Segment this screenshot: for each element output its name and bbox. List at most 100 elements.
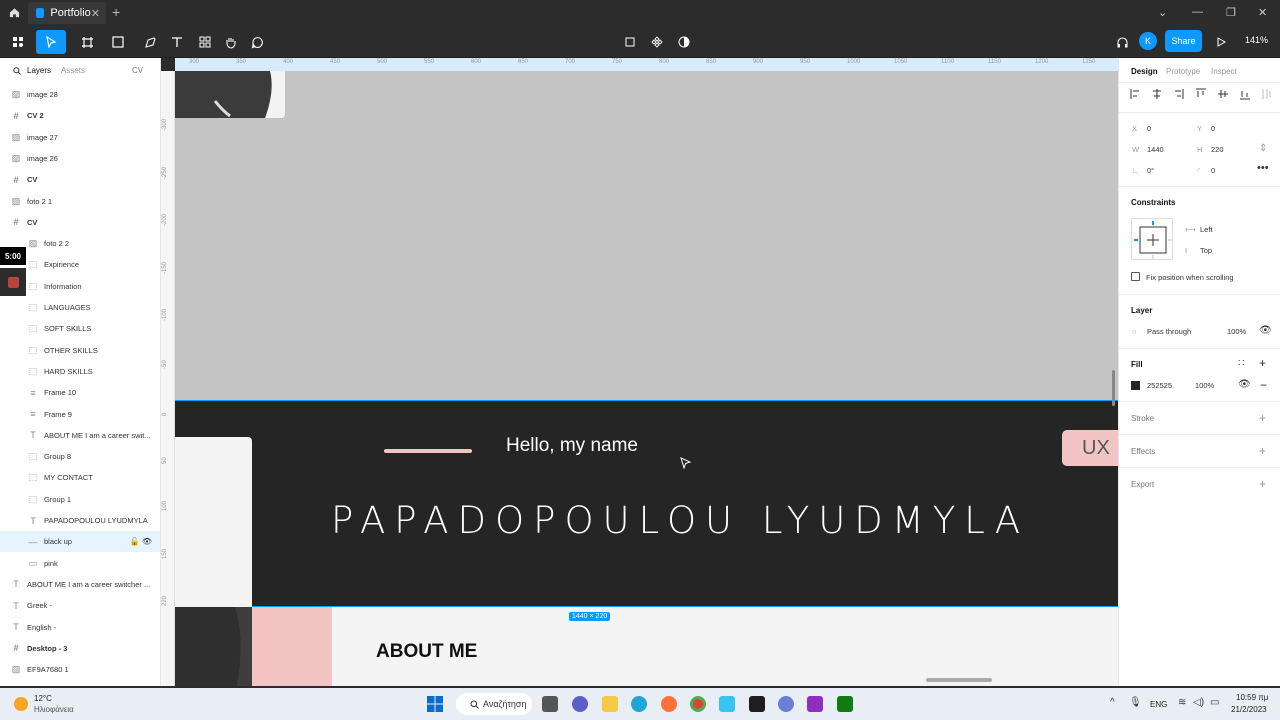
frame-tool-button[interactable] — [74, 30, 100, 54]
crop-button[interactable] — [620, 30, 640, 54]
present-button[interactable] — [1212, 30, 1230, 54]
record-button[interactable] — [0, 268, 26, 296]
avatar[interactable]: K — [1139, 32, 1157, 50]
pen-tool-button[interactable] — [137, 30, 163, 54]
new-tab-button[interactable]: + — [112, 4, 120, 20]
volume-icon[interactable]: ◁) — [1193, 697, 1204, 708]
task-view-icon[interactable] — [542, 696, 558, 712]
alignment-icons[interactable] — [1130, 88, 1275, 100]
layer-row[interactable]: T ABOUT ME I am a career swit... — [0, 425, 160, 446]
layer-row[interactable]: # CV — [0, 212, 160, 233]
hand-tool-button[interactable] — [220, 30, 240, 54]
add-stroke-icon[interactable]: + — [1259, 411, 1266, 425]
xbox-icon[interactable] — [837, 696, 853, 712]
shape-tool-button[interactable] — [105, 30, 131, 54]
ux-badge[interactable]: UX — [1062, 430, 1118, 466]
text-tool-button[interactable] — [167, 30, 187, 54]
layer-row[interactable]: T PAPADOPOULOU LYUDMYLA — [0, 510, 160, 531]
layer-row[interactable]: T ABOUT ME I am a career switcher ... — [0, 574, 160, 595]
file-explorer-icon[interactable] — [602, 696, 618, 712]
maximize-button[interactable]: ❐ — [1226, 6, 1236, 19]
layer-row[interactable]: ≡ Frame 10 — [0, 382, 160, 403]
comment-tool-button[interactable] — [247, 30, 267, 54]
settings-icon[interactable] — [778, 696, 794, 712]
height-field[interactable]: 220 — [1211, 145, 1224, 154]
language-indicator[interactable]: ENG — [1150, 700, 1167, 709]
zoom-level[interactable]: 141% — [1245, 35, 1268, 45]
layer-row[interactable]: ▨ image 28 — [0, 84, 160, 105]
slack-icon[interactable] — [719, 696, 735, 712]
tab-portfolio[interactable]: Portfolio ✕ — [28, 2, 106, 24]
blend-mode-select[interactable]: Pass through — [1147, 327, 1191, 336]
fill-visibility-icon[interactable]: 👁 — [1238, 379, 1251, 390]
component-button[interactable] — [647, 30, 667, 54]
mask-button[interactable] — [674, 30, 694, 54]
vertical-scrollbar[interactable] — [1112, 370, 1115, 406]
share-button[interactable]: Share — [1165, 30, 1202, 52]
layer-row[interactable]: # CV 2 — [0, 105, 160, 126]
styles-icon[interactable]: ∷ — [1238, 358, 1244, 369]
add-fill-icon[interactable]: + — [1259, 356, 1266, 370]
clock-date[interactable]: 21/2/2023 — [1231, 705, 1267, 714]
eye-icon[interactable]: 👁 — [1259, 325, 1272, 336]
page-selector[interactable]: CV — [132, 66, 143, 75]
chevron-down-icon[interactable]: ⌄ — [1158, 6, 1167, 19]
minimize-button[interactable]: — — [1192, 6, 1203, 18]
layer-row[interactable]: ▨ image 26 — [0, 148, 160, 169]
photo-image[interactable] — [175, 71, 285, 118]
audio-button[interactable] — [1112, 30, 1132, 54]
tab-prototype[interactable]: Prototype — [1166, 67, 1200, 76]
width-field[interactable]: 1440 — [1147, 145, 1164, 154]
figma-taskbar-icon[interactable] — [749, 696, 765, 712]
layer-row[interactable]: ▭ pink — [0, 553, 160, 574]
firefox-icon[interactable] — [661, 696, 677, 712]
close-tab-icon[interactable]: ✕ — [91, 7, 100, 20]
constrain-proportions-icon[interactable]: ⇕ — [1259, 143, 1267, 154]
add-export-icon[interactable]: + — [1259, 477, 1266, 491]
tab-design[interactable]: Design — [1131, 67, 1158, 76]
layer-row[interactable]: — black up 🔓 👁 — [0, 531, 160, 553]
lock-visibility-icon[interactable]: 🔓 👁 — [130, 537, 152, 546]
layer-opacity[interactable]: 100% — [1227, 327, 1246, 336]
tab-inspect[interactable]: Inspect — [1211, 67, 1237, 76]
layer-row[interactable]: ▨ EF9A7680 1 — [0, 659, 160, 680]
move-tool-button[interactable] — [36, 30, 66, 54]
chevron-up-icon[interactable]: ^ — [1110, 697, 1115, 708]
layer-row[interactable]: ⬚ MY CONTACT — [0, 467, 160, 488]
layer-row[interactable]: ▨ foto 2 1 — [0, 191, 160, 212]
pink-accent-line[interactable] — [384, 449, 472, 453]
layer-row[interactable]: ⬚ HARD SKILLS — [0, 361, 160, 382]
remove-fill-icon[interactable]: − — [1260, 378, 1267, 392]
layer-row[interactable]: T English - — [0, 617, 160, 638]
tab-layers[interactable]: Layers — [27, 66, 51, 75]
fill-color-swatch[interactable] — [1131, 381, 1140, 390]
x-field[interactable]: 0 — [1147, 124, 1151, 133]
close-window-button[interactable]: ✕ — [1258, 6, 1267, 19]
layer-row[interactable]: ⬚ Group 8 — [0, 446, 160, 467]
layer-row[interactable]: ⬚ LANGUAGES — [0, 297, 160, 318]
horizontal-scrollbar[interactable] — [926, 678, 992, 682]
add-effect-icon[interactable]: + — [1259, 444, 1266, 458]
battery-icon[interactable]: ▭ — [1210, 697, 1219, 708]
fill-hex[interactable]: 252525 — [1147, 381, 1172, 390]
hello-text[interactable]: Hello, my name — [506, 435, 638, 457]
microphone-icon[interactable]: 🎙 — [1129, 697, 1142, 708]
vertical-constraint[interactable]: Top — [1200, 246, 1212, 255]
teams-icon[interactable] — [572, 696, 588, 712]
fix-position-checkbox[interactable] — [1131, 272, 1140, 281]
rotation-field[interactable]: 0° — [1147, 166, 1154, 175]
canvas[interactable]: Hello, my name UX PAPADOPOULOU LYUDMYLA … — [175, 71, 1118, 686]
wifi-icon[interactable]: ≋ — [1178, 697, 1186, 708]
layer-row[interactable]: ≡ Frame 9 — [0, 404, 160, 425]
about-me-heading[interactable]: ABOUT ME — [376, 641, 477, 663]
horizontal-constraint[interactable]: Left — [1200, 225, 1213, 234]
weather-desc[interactable]: Ηλιοφάνεια — [34, 705, 74, 714]
chrome-icon[interactable] — [690, 696, 706, 712]
layer-row[interactable]: ▨ image 27 — [0, 127, 160, 148]
portrait-photo[interactable] — [175, 607, 252, 686]
layer-row[interactable]: # Desktop - 3 — [0, 638, 160, 659]
photo-card[interactable] — [175, 437, 252, 607]
search-icon[interactable] — [13, 67, 21, 75]
main-menu-button[interactable] — [6, 30, 30, 54]
home-button[interactable] — [0, 0, 28, 25]
